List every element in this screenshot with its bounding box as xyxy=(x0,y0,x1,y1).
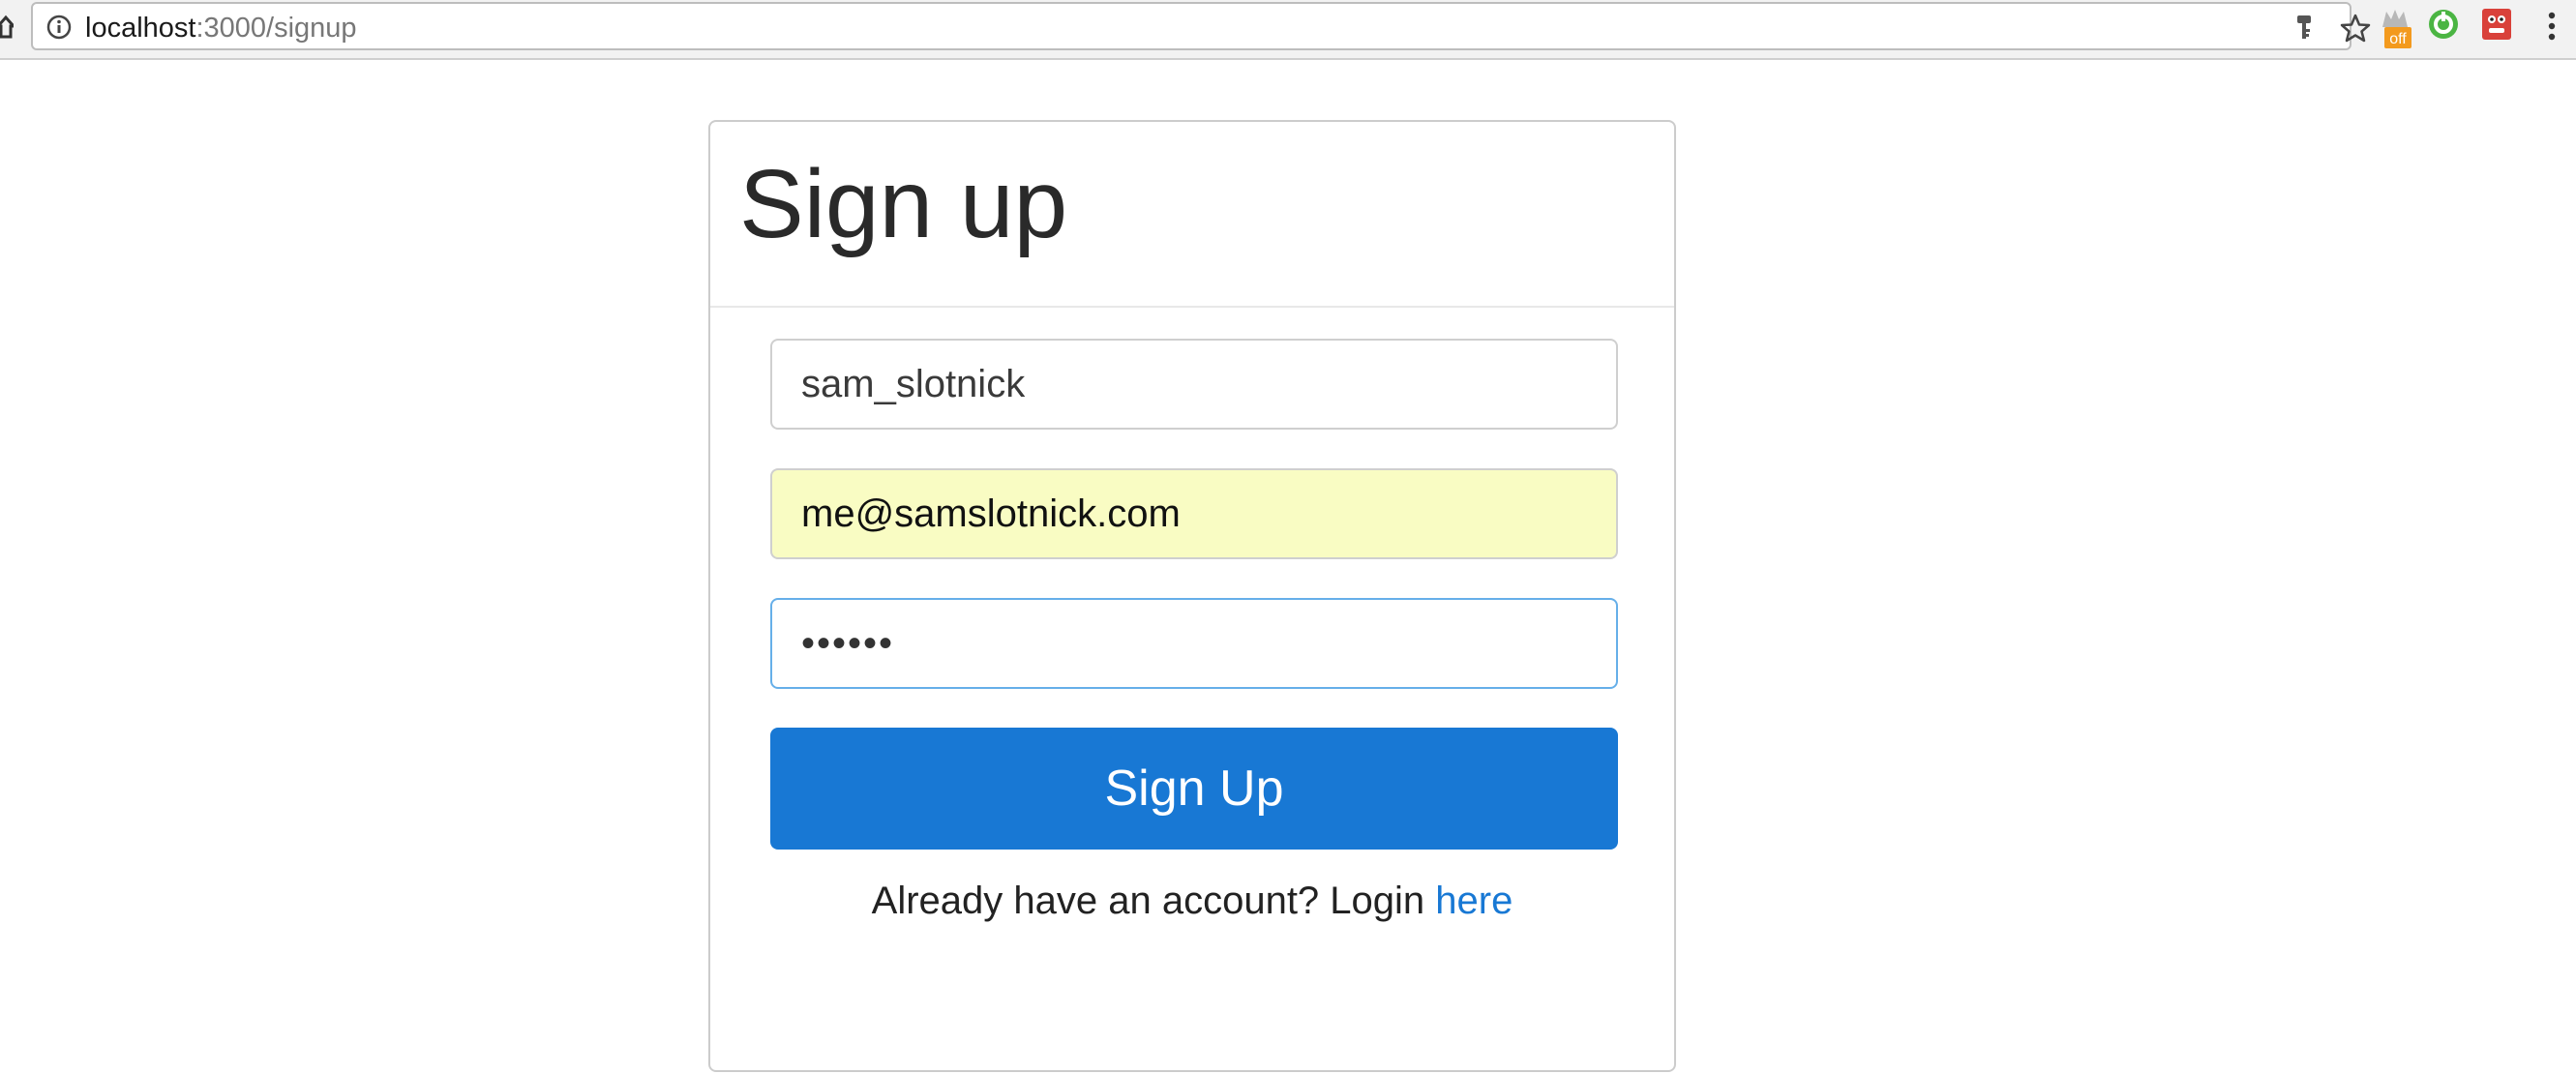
browser-menu-icon[interactable] xyxy=(2547,12,2557,41)
browser-toolbar: localhost:3000/signup off xyxy=(0,0,2576,60)
login-prompt-text: Already have an account? Login xyxy=(871,880,1425,922)
username-field[interactable] xyxy=(770,339,1618,430)
password-field[interactable] xyxy=(770,598,1618,689)
page-title: Sign up xyxy=(739,150,1068,258)
extension-badge-text: off xyxy=(2389,31,2407,47)
key-icon[interactable] xyxy=(2293,14,2315,43)
bookmark-star-icon[interactable] xyxy=(2340,14,2371,43)
extension-off-icon[interactable]: off xyxy=(2379,8,2411,50)
email-field[interactable] xyxy=(770,468,1618,559)
login-prompt: Already have an account? Login here xyxy=(710,877,1674,925)
home-icon[interactable] xyxy=(0,14,14,39)
address-bar[interactable]: localhost:3000/signup xyxy=(31,2,2371,50)
signup-button[interactable]: Sign Up xyxy=(770,728,1618,850)
extension-green-icon[interactable] xyxy=(2427,8,2460,41)
card-header: Sign up xyxy=(710,122,1674,308)
signup-card: Sign up Sign Up Already have an account?… xyxy=(708,120,1676,1072)
url-text: localhost:3000/signup xyxy=(85,13,357,44)
info-icon[interactable] xyxy=(46,15,72,40)
url-path: :3000/signup xyxy=(195,13,357,44)
extension-red-icon[interactable] xyxy=(2481,8,2512,41)
login-link[interactable]: here xyxy=(1435,880,1513,922)
url-host: localhost xyxy=(85,13,196,44)
